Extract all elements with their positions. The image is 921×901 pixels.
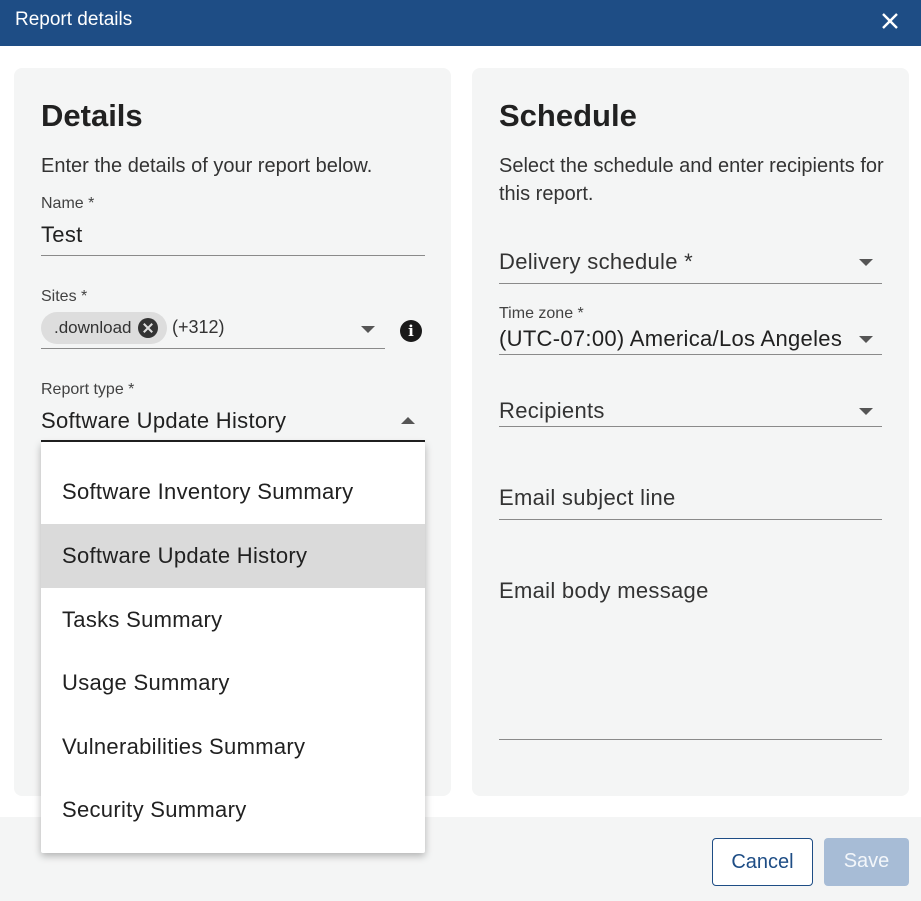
schedule-heading: Schedule [499, 98, 637, 133]
time-zone-underline [499, 354, 882, 355]
recipients-select[interactable]: Recipients [499, 398, 605, 424]
schedule-description-line2: this report. [499, 183, 594, 205]
sites-dropdown-caret-icon[interactable] [361, 326, 375, 333]
delivery-schedule-caret-icon[interactable] [859, 259, 873, 266]
report-type-label: Report type * [41, 381, 135, 398]
report-type-select[interactable]: Software Update History [41, 408, 286, 434]
name-input[interactable]: Test [41, 222, 83, 248]
report-type-option-vulnerabilities-summary[interactable]: Vulnerabilities Summary [41, 715, 425, 779]
delivery-schedule-select[interactable]: Delivery schedule * [499, 249, 693, 275]
details-heading: Details [41, 98, 143, 133]
report-type-option-security-summary[interactable]: Security Summary [41, 778, 425, 842]
report-type-option-tasks-summary[interactable]: Tasks Summary [41, 588, 425, 652]
email-body-textarea[interactable]: Email body message [499, 578, 709, 604]
cancel-button[interactable]: Cancel [712, 838, 813, 886]
name-underline [41, 255, 425, 256]
report-type-caret-up-icon[interactable] [401, 417, 415, 424]
schedule-description: Select the schedule and enter recipients… [499, 152, 884, 208]
report-type-option-software-inventory-summary[interactable]: Software Inventory Summary [41, 460, 425, 524]
time-zone-caret-icon[interactable] [859, 336, 873, 343]
site-chip-label: .download [54, 318, 132, 337]
time-zone-select[interactable]: (UTC-07:00) America/Los Angeles [499, 326, 842, 352]
chip-remove-icon[interactable] [138, 318, 158, 338]
dialog-titlebar: Report details [0, 0, 921, 46]
info-icon[interactable]: i [400, 320, 422, 342]
sites-more-count: (+312) [172, 317, 225, 337]
close-icon[interactable] [879, 10, 901, 32]
sites-label: Sites * [41, 288, 88, 305]
report-type-dropdown-menu: Software Inventory Summary Software Upda… [41, 442, 425, 853]
details-description: Enter the details of your report below. [41, 155, 373, 177]
save-button[interactable]: Save [824, 838, 909, 886]
recipients-underline [499, 426, 882, 427]
name-label: Name * [41, 195, 95, 212]
time-zone-label: Time zone * [499, 305, 584, 322]
recipients-caret-icon[interactable] [859, 408, 873, 415]
email-subject-input[interactable]: Email subject line [499, 485, 676, 511]
report-type-option-usage-summary[interactable]: Usage Summary [41, 651, 425, 715]
email-subject-underline [499, 519, 882, 520]
schedule-panel: Schedule Select the schedule and enter r… [472, 68, 909, 796]
dialog-title: Report details [15, 9, 133, 30]
delivery-schedule-underline [499, 283, 882, 284]
email-body-underline [499, 739, 882, 740]
sites-underline [41, 348, 385, 349]
site-chip: .download [41, 312, 167, 344]
schedule-description-line1: Select the schedule and enter recipients… [499, 155, 884, 177]
report-type-option-software-update-history[interactable]: Software Update History [41, 524, 425, 588]
